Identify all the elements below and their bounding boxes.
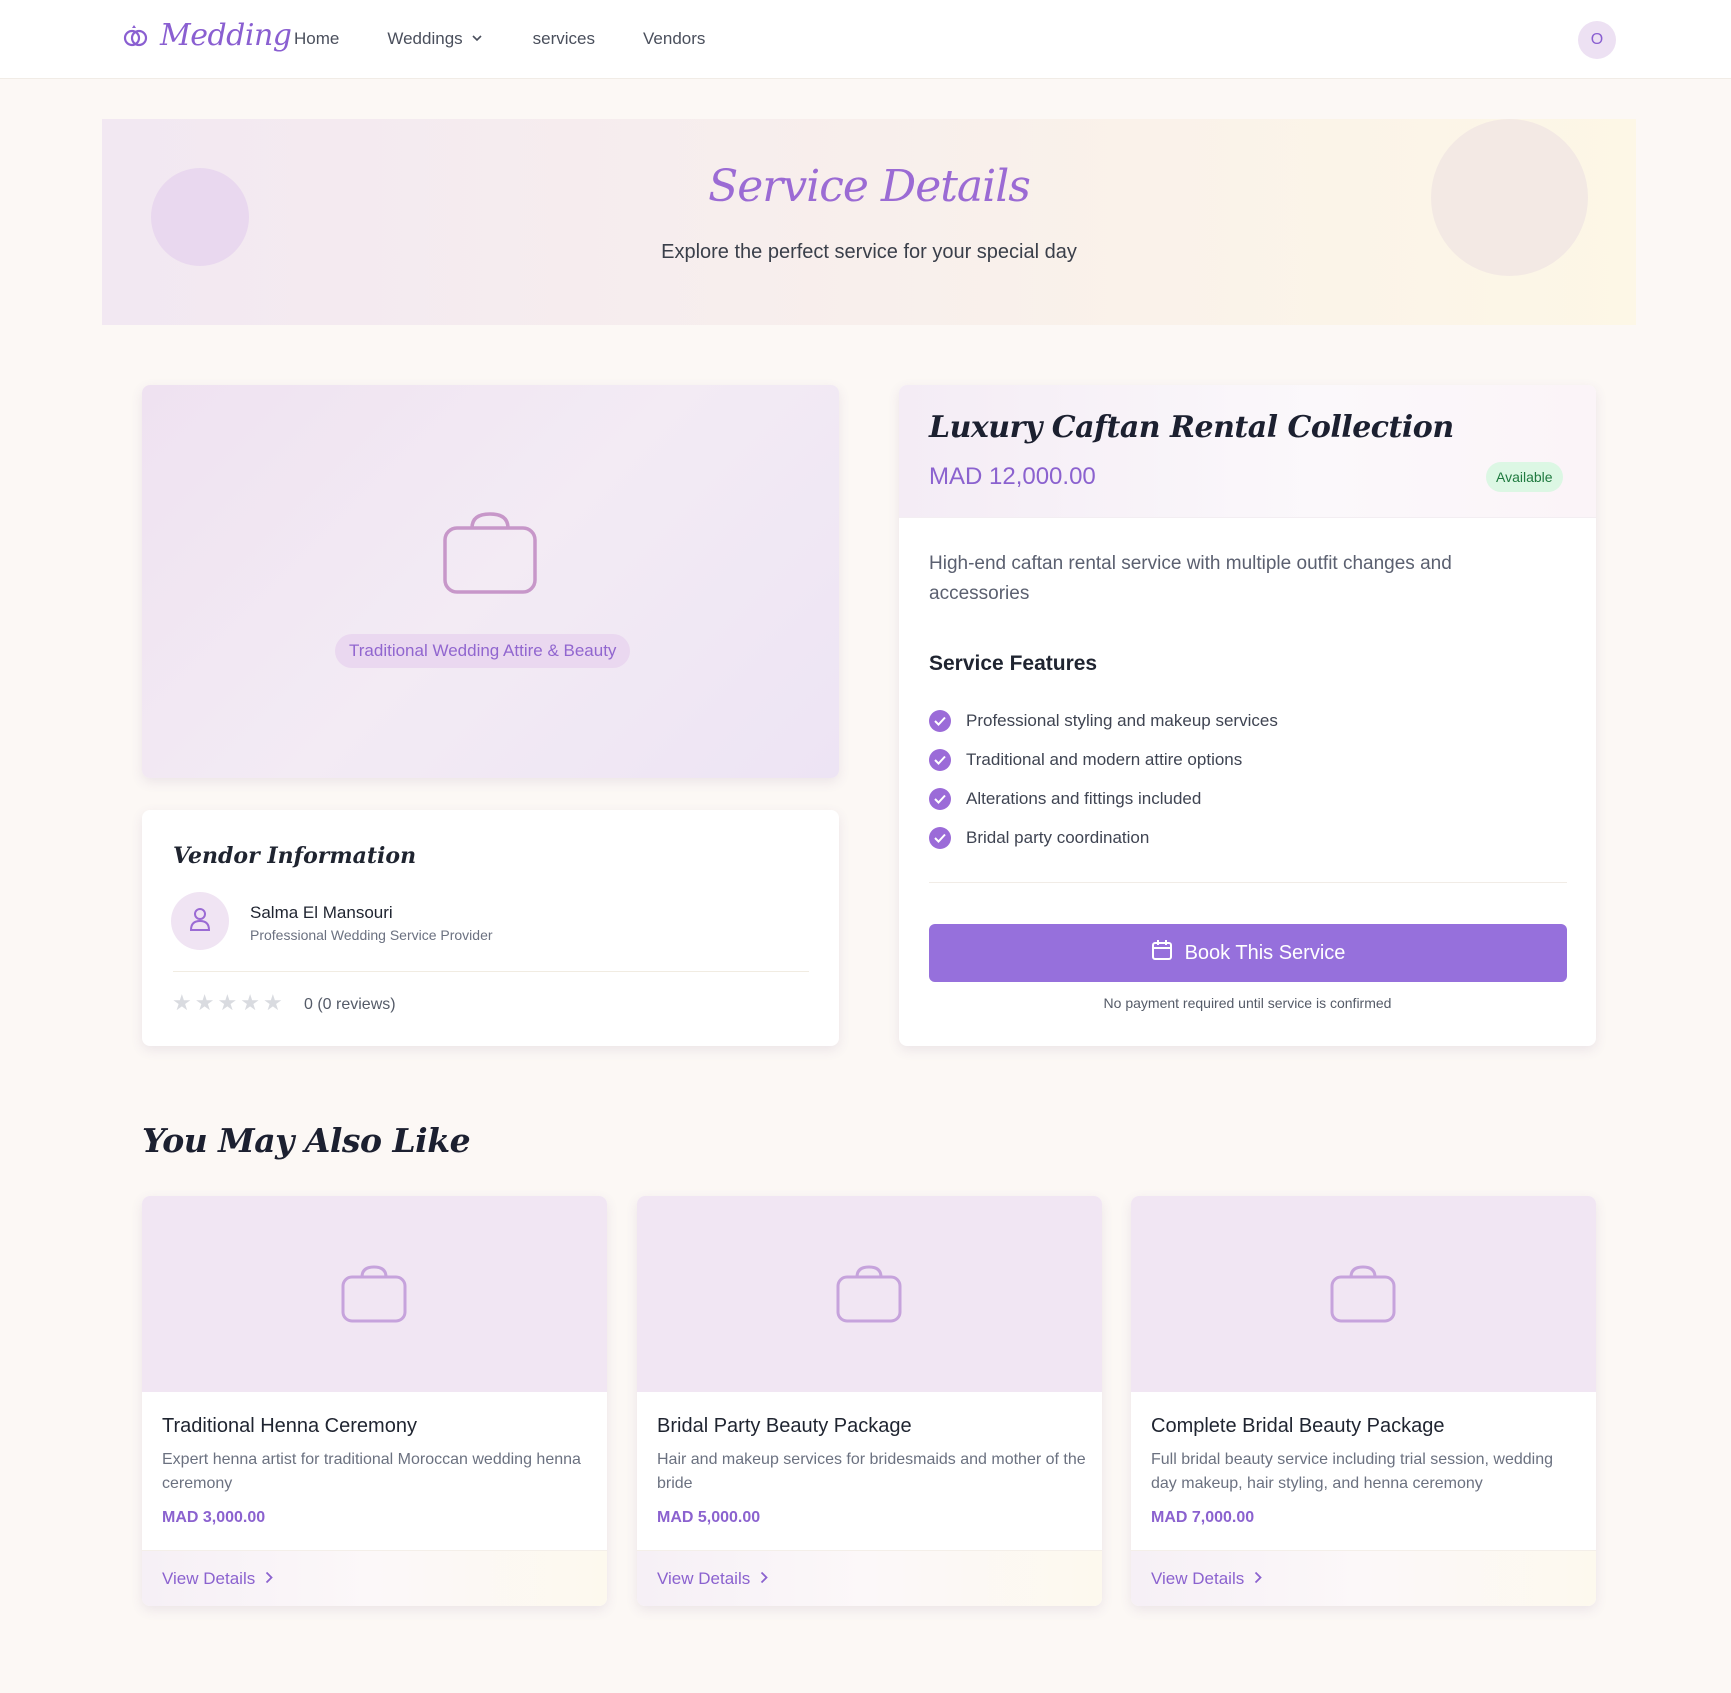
- view-details-link[interactable]: View Details: [657, 1569, 769, 1589]
- card-description: Hair and makeup services for bridesmaids…: [657, 1451, 1086, 1492]
- service-title: Luxury Caftan Rental Collection: [929, 410, 1454, 445]
- features-heading: Service Features: [929, 652, 1098, 675]
- related-heading: You May Also Like: [142, 1121, 471, 1160]
- card-price: MAD 3,000.00: [162, 1509, 266, 1526]
- reviews-count: 0 (0 reviews): [304, 996, 396, 1013]
- related-service-card: Traditional Henna Ceremony Expert henna …: [142, 1196, 607, 1606]
- service-price: MAD 12,000.00: [929, 463, 1096, 490]
- nav-services-link[interactable]: services: [533, 29, 595, 49]
- card-price: MAD 5,000.00: [657, 1509, 761, 1526]
- check-icon: [929, 748, 951, 771]
- feature-item: Alterations and fittings included: [929, 779, 1278, 818]
- chevron-down-icon: [471, 29, 483, 49]
- page-subtitle: Explore the perfect service for your spe…: [661, 241, 1077, 263]
- service-description: High-end caftan rental service with mult…: [929, 553, 1452, 604]
- card-description: Expert henna artist for traditional Moro…: [162, 1451, 581, 1492]
- star-icon: ★: [194, 990, 215, 1015]
- feature-item: Traditional and modern attire options: [929, 740, 1278, 779]
- hero-banner: Service Details Explore the perfect serv…: [102, 119, 1636, 325]
- category-badge: Traditional Wedding Attire & Beauty: [335, 634, 631, 668]
- card-title: Traditional Henna Ceremony: [162, 1415, 417, 1437]
- nav-links: Home Weddings services Vendors: [294, 29, 753, 49]
- related-service-card: Bridal Party Beauty Package Hair and mak…: [637, 1196, 1102, 1606]
- features-list: Professional styling and makeup services…: [929, 701, 1278, 857]
- star-icon: ★: [262, 990, 283, 1015]
- feature-label: Traditional and modern attire options: [966, 749, 1243, 769]
- user-avatar-button[interactable]: O: [1578, 21, 1616, 59]
- divider: [173, 971, 809, 972]
- nav-vendors-link[interactable]: Vendors: [643, 29, 705, 49]
- view-details-label: View Details: [657, 1569, 751, 1588]
- nav-weddings-dropdown[interactable]: Weddings: [387, 29, 482, 49]
- chevron-right-icon: [760, 1569, 769, 1589]
- vendor-role: Professional Wedding Service Provider: [250, 927, 493, 943]
- payment-note: No payment required until service is con…: [1103, 995, 1392, 1011]
- card-footer: View Details: [1131, 1550, 1596, 1606]
- feature-label: Professional styling and makeup services: [966, 710, 1278, 730]
- service-header: Luxury Caftan Rental Collection MAD 12,0…: [899, 385, 1596, 518]
- card-title: Complete Bridal Beauty Package: [1151, 1415, 1445, 1437]
- page-title: Service Details: [708, 161, 1031, 212]
- chevron-right-icon: [1254, 1569, 1263, 1589]
- check-icon: [929, 787, 951, 810]
- star-icon: ★: [172, 990, 192, 1015]
- vendor-heading: Vendor Information: [173, 843, 417, 869]
- star-icon: ★: [240, 990, 260, 1015]
- card-price: MAD 7,000.00: [1151, 1509, 1255, 1526]
- view-details-link[interactable]: View Details: [162, 1569, 274, 1589]
- vendor-avatar: [171, 892, 229, 950]
- vendor-name: Salma El Mansouri: [250, 903, 393, 922]
- divider: [929, 882, 1567, 883]
- vendor-info-card: Vendor Information Salma El Mansouri Pro…: [142, 810, 839, 1046]
- chevron-right-icon: [265, 1569, 274, 1589]
- check-icon: [929, 826, 951, 849]
- bag-icon: [836, 1265, 902, 1323]
- bag-icon: [341, 1265, 407, 1323]
- feature-label: Bridal party coordination: [966, 827, 1150, 847]
- view-details-label: View Details: [1151, 1569, 1245, 1588]
- feature-item: Professional styling and makeup services: [929, 701, 1278, 740]
- view-details-label: View Details: [162, 1569, 256, 1588]
- card-title: Bridal Party Beauty Package: [657, 1415, 912, 1437]
- bag-icon: [1330, 1265, 1396, 1323]
- nav-weddings-label: Weddings: [387, 29, 463, 48]
- user-icon: [188, 906, 212, 937]
- star-icon: ★: [217, 990, 238, 1015]
- calendar-icon: [1151, 939, 1173, 967]
- brand-logo[interactable]: Medding: [122, 18, 292, 53]
- service-image-placeholder: Traditional Wedding Attire & Beauty: [142, 385, 839, 778]
- book-button-label: Book This Service: [1184, 941, 1346, 964]
- bag-icon: [442, 510, 538, 601]
- card-description: Full bridal beauty service including tri…: [1151, 1451, 1553, 1492]
- service-detail-card: Luxury Caftan Rental Collection MAD 12,0…: [899, 385, 1596, 1046]
- card-image-placeholder: [142, 1196, 607, 1392]
- check-icon: [929, 709, 951, 732]
- card-image-placeholder: [1131, 1196, 1596, 1392]
- card-image-placeholder: [637, 1196, 1102, 1392]
- feature-label: Alterations and fittings included: [966, 788, 1202, 808]
- rating-stars: ★ ★ ★ ★ ★: [172, 992, 283, 1014]
- brand-name: Medding: [160, 18, 292, 53]
- rings-icon: [122, 22, 150, 50]
- view-details-link[interactable]: View Details: [1151, 1569, 1263, 1589]
- status-badge: Available: [1486, 462, 1563, 492]
- nav-home-link[interactable]: Home: [294, 29, 339, 49]
- feature-item: Bridal party coordination: [929, 818, 1278, 857]
- card-footer: View Details: [142, 1550, 607, 1606]
- related-service-card: Complete Bridal Beauty Package Full brid…: [1131, 1196, 1596, 1606]
- top-navbar: Medding Home Weddings services Vendors O: [0, 0, 1731, 79]
- card-footer: View Details: [637, 1550, 1102, 1606]
- book-service-button[interactable]: Book This Service: [929, 924, 1567, 982]
